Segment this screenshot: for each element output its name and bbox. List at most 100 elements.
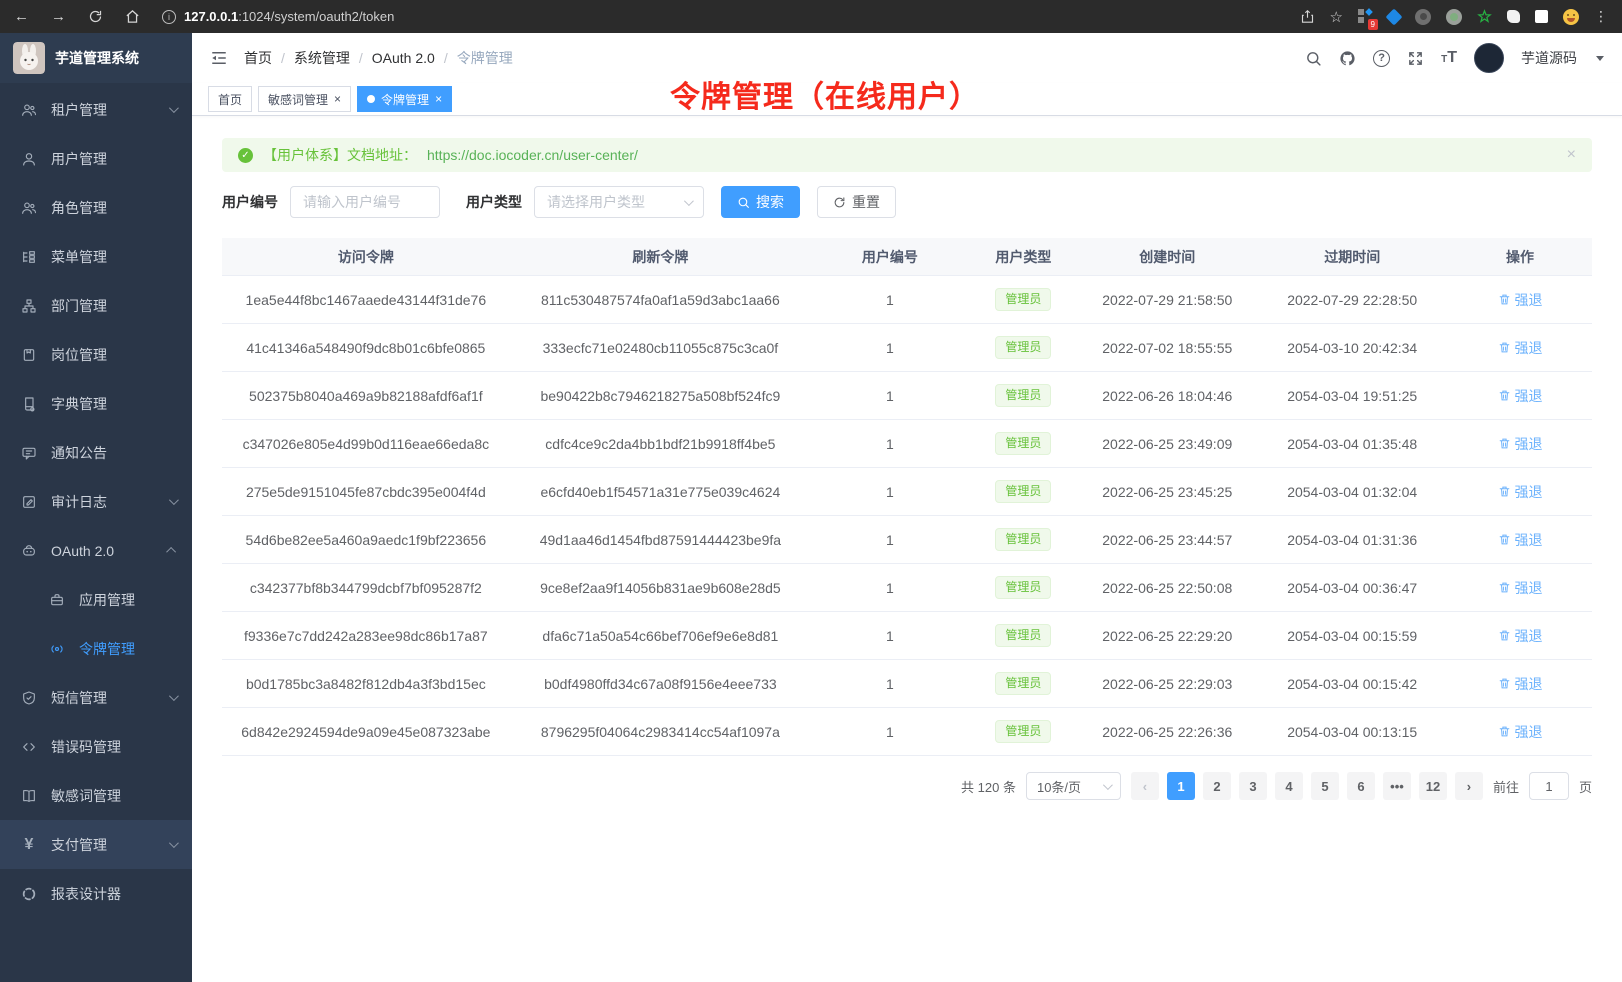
force-logout-button[interactable]: 强退 [1498,674,1543,694]
sidebar-item-pay[interactable]: ¥支付管理 [0,820,192,869]
breadcrumb-home[interactable]: 首页 [244,48,272,68]
next-page-button[interactable]: › [1455,772,1483,800]
user-type-cell: 管理员 [969,336,1079,358]
recorder-extension-icon[interactable] [1446,9,1462,25]
share-icon[interactable] [1300,9,1315,24]
tab-token[interactable]: 令牌管理× [357,86,452,112]
trash-icon [1498,293,1511,306]
caret-down-icon[interactable] [1596,56,1604,61]
more-pages-button[interactable]: ••• [1383,772,1411,800]
sidebar-item-oauth-app[interactable]: 应用管理 [0,575,192,624]
force-logout-button[interactable]: 强退 [1498,290,1543,310]
force-logout-button[interactable]: 强退 [1498,482,1543,502]
force-logout-button[interactable]: 强退 [1498,434,1543,454]
page-button-12[interactable]: 12 [1419,772,1447,800]
reset-button[interactable]: 重置 [817,186,896,218]
page-button-3[interactable]: 3 [1239,772,1267,800]
extension-grid-icon[interactable]: 9 [1358,9,1373,24]
sidebar-item-label: 岗位管理 [51,345,107,365]
fullscreen-icon[interactable] [1407,50,1424,67]
goto-page-input[interactable] [1529,772,1569,800]
sidebar-item-audit-log[interactable]: 审计日志 [0,477,192,526]
create-time-cell: 2022-06-25 22:26:36 [1078,724,1256,740]
user-type-select[interactable]: 请选择用户类型 [534,186,704,218]
page-button-5[interactable]: 5 [1311,772,1339,800]
close-icon[interactable]: × [435,93,442,105]
sidebar-item-label: 应用管理 [79,590,135,610]
search-button[interactable]: 搜索 [721,186,800,218]
site-info-icon[interactable]: i [162,10,176,24]
org-tree-icon [20,297,38,315]
access-token-cell: 6d842e2924594de9a09e45e087323abe [222,724,510,740]
force-logout-button[interactable]: 强退 [1498,722,1543,742]
sidebar-item-tenant[interactable]: 租户管理 [0,85,192,134]
side-panel-icon[interactable] [1535,10,1548,23]
sidebar-item-error-code[interactable]: 错误码管理 [0,722,192,771]
browser-menu-icon[interactable]: ⋮ [1594,8,1608,25]
sidebar-item-notice[interactable]: 通知公告 [0,428,192,477]
font-size-icon[interactable]: TT [1441,49,1457,67]
trash-icon [1498,485,1511,498]
sidebar-item-dept[interactable]: 部门管理 [0,281,192,330]
force-logout-button[interactable]: 强退 [1498,386,1543,406]
address-bar[interactable]: i 127.0.0.1:1024/system/oauth2/token [162,9,1300,24]
force-logout-button[interactable]: 强退 [1498,578,1543,598]
app-logo[interactable]: 芋道管理系统 [0,33,192,83]
user-type-badge: 管理员 [995,480,1051,502]
user-type-badge: 管理员 [995,624,1051,646]
column-header: 用户类型 [969,247,1079,267]
page-size-select[interactable]: 10条/页 [1026,772,1121,800]
user-name[interactable]: 芋道源码 [1521,48,1577,68]
alert-close-icon[interactable]: × [1567,146,1576,164]
sidebar-item-sms[interactable]: 短信管理 [0,673,192,722]
access-token-cell: 1ea5e44f8bc1467aaede43144f31de76 [222,292,510,308]
sidebar-item-role[interactable]: 角色管理 [0,183,192,232]
sidebar-item-oauth-token[interactable]: 令牌管理 [0,624,192,673]
sidebar-item-report-designer[interactable]: 报表设计器 [0,869,192,918]
sidebar-item-oauth2[interactable]: OAuth 2.0 [0,526,192,575]
home-icon[interactable] [125,9,140,24]
prev-page-button[interactable]: ‹ [1131,772,1159,800]
force-logout-button[interactable]: 强退 [1498,626,1543,646]
user-type-cell: 管理员 [969,480,1079,502]
page-button-4[interactable]: 4 [1275,772,1303,800]
force-logout-button[interactable]: 强退 [1498,530,1543,550]
command-extension-icon[interactable] [1415,9,1431,25]
help-icon[interactable]: ? [1373,50,1390,67]
profile-avatar-icon[interactable] [1563,9,1579,25]
forward-icon[interactable]: → [51,8,66,25]
gem-extension-icon[interactable] [1386,8,1403,25]
user-id-input[interactable] [290,186,440,218]
sidebar-item-sensitive-word[interactable]: 敏感词管理 [0,771,192,820]
tab-home[interactable]: 首页 [208,86,252,112]
column-header: 访问令牌 [222,247,510,267]
close-icon[interactable]: × [334,93,341,105]
page-button-1[interactable]: 1 [1167,772,1195,800]
action-cell: 强退 [1448,626,1592,646]
back-icon[interactable]: ← [14,8,29,25]
sidebar-item-post[interactable]: 岗位管理 [0,330,192,379]
force-logout-button[interactable]: 强退 [1498,338,1543,358]
refresh-token-cell: 333ecfc71e02480cb11055c875c3ca0f [510,340,811,356]
breadcrumb-system[interactable]: 系统管理 [294,48,350,68]
sidebar-item-dict[interactable]: 字典管理 [0,379,192,428]
force-logout-label: 强退 [1515,674,1543,694]
sidebar-item-menu[interactable]: 菜单管理 [0,232,192,281]
dictionary-icon [20,395,38,413]
menu-fold-icon[interactable] [210,49,228,67]
bookmark-star-icon[interactable]: ☆ [1330,8,1343,26]
reload-icon[interactable] [88,9,103,24]
page-button-2[interactable]: 2 [1203,772,1231,800]
page-button-6[interactable]: 6 [1347,772,1375,800]
puzzle-extension-icon[interactable] [1507,10,1520,23]
sidebar-item-user[interactable]: 用户管理 [0,134,192,183]
search-icon[interactable] [1305,50,1322,67]
refresh-token-cell: cdfc4ce9c2da4bb1bdf21b9918ff4be5 [510,436,811,452]
github-icon[interactable] [1339,50,1356,67]
breadcrumb-oauth[interactable]: OAuth 2.0 [372,50,435,66]
sidebar-item-label: 敏感词管理 [51,786,121,806]
user-avatar[interactable] [1474,43,1504,73]
tab-sensitive-word[interactable]: 敏感词管理× [258,86,351,112]
star-extension-icon[interactable] [1477,9,1492,24]
doc-link[interactable]: https://doc.iocoder.cn/user-center/ [427,147,638,163]
